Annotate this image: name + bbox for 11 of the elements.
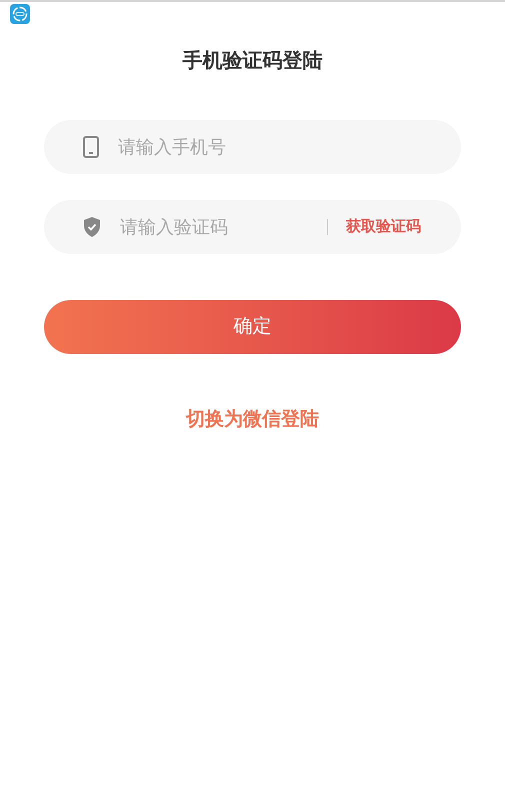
code-field[interactable]: 请输入验证码 获取验证码 — [44, 200, 461, 254]
phone-field[interactable]: 请输入手机号 — [44, 120, 461, 174]
app-icon[interactable] — [10, 4, 30, 24]
phone-input-field[interactable]: 请输入手机号 — [118, 134, 441, 160]
get-code-button[interactable]: 获取验证码 — [346, 216, 421, 238]
switch-login-link[interactable]: 切换为微信登陆 — [186, 406, 319, 434]
shield-check-icon — [82, 216, 102, 238]
code-input-field[interactable]: 请输入验证码 — [120, 214, 309, 240]
confirm-button[interactable]: 确定 — [44, 300, 461, 354]
phone-icon — [82, 136, 100, 158]
page-title: 手机验证码登陆 — [182, 49, 322, 74]
